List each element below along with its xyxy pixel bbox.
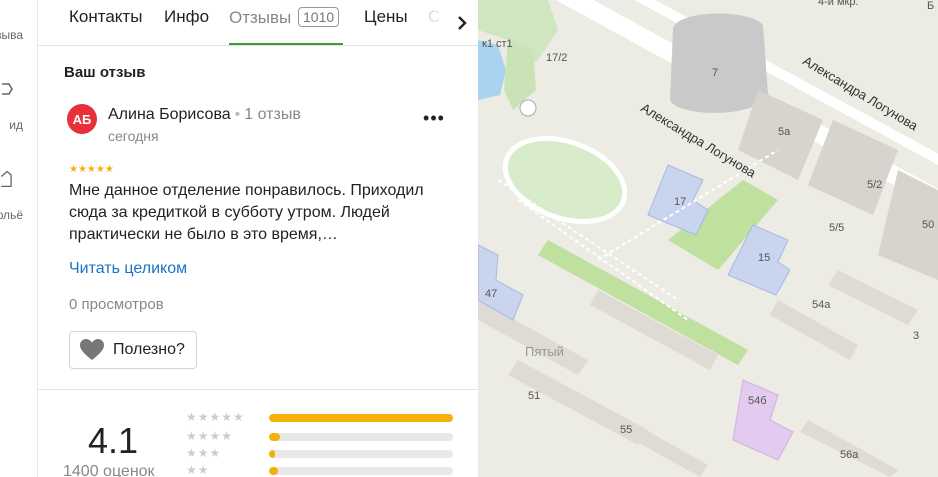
building: [620, 420, 708, 477]
map-label: 55: [620, 424, 633, 436]
distribution-bar-fill: [269, 467, 279, 475]
church-marker[interactable]: [519, 99, 537, 117]
star-outline-icon[interactable]: [0, 80, 14, 98]
review-rating-stars: ★★★★★: [69, 164, 114, 175]
useful-button[interactable]: Полезно?: [69, 331, 197, 369]
left-rail: отзыва ид рльё: [0, 0, 38, 477]
active-tab-indicator: [229, 43, 343, 45]
building: [828, 270, 918, 325]
tab-reviews[interactable]: Отзывы 1010: [229, 7, 340, 28]
map-label: 5/2: [867, 179, 883, 191]
ratings-count: 1400 оценок: [63, 463, 155, 477]
tabs-scroll-right-button[interactable]: [446, 0, 478, 45]
chevron-right-icon: [458, 15, 467, 30]
map-label: 17: [674, 196, 687, 208]
author-review-count: 1 отзыв: [244, 106, 301, 123]
map-label: 17/2: [546, 52, 568, 64]
author-separator: •: [234, 106, 241, 123]
useful-button-label: Полезно?: [113, 341, 185, 358]
review-author: Алина Борисова • 1 отзыв: [108, 106, 301, 124]
distribution-row[interactable]: ★★★★★: [186, 410, 456, 424]
review-text: Мне данное отделение понравилось. Приход…: [69, 182, 424, 243]
map-label: 15: [758, 252, 771, 264]
distribution-bar-fill: [269, 450, 275, 458]
distribution-row[interactable]: ★★★: [186, 446, 456, 460]
heart-icon: [80, 339, 104, 360]
distribution-bar-track: [269, 414, 453, 422]
map-view[interactable]: к1 ст1 17/2 7 5а 5/2 17 15 5/5 47 54а 3 …: [478, 0, 938, 477]
section-title: Ваш отзыв: [64, 64, 146, 81]
distribution-row[interactable]: ★★: [186, 463, 456, 477]
sports-track: [502, 135, 628, 225]
park-area: [504, 40, 536, 110]
tab-reviews-count: 1010: [298, 7, 340, 27]
rail-item-label[interactable]: рльё: [0, 208, 23, 222]
kindergarten-building: [732, 379, 794, 461]
stadium: [670, 13, 768, 113]
map-label: 54а: [812, 299, 831, 311]
distribution-bar-track: [269, 467, 453, 475]
average-score: 4.1: [88, 420, 139, 461]
distribution-stars: ★★: [186, 463, 210, 477]
distribution-row[interactable]: ★★★★: [186, 429, 456, 443]
tab-info[interactable]: Инфо: [164, 7, 209, 27]
rail-item-label[interactable]: ид: [9, 118, 23, 132]
map-label: 47: [485, 288, 498, 300]
distribution-bar-track: [269, 450, 453, 458]
tab-contacts[interactable]: Контакты: [69, 7, 142, 27]
read-more-link[interactable]: Читать целиком: [69, 260, 187, 278]
district-label: Пятый: [525, 344, 564, 359]
tab-bar: Контакты Инфо Отзывы 1010 Цены С: [38, 0, 478, 46]
more-options-button[interactable]: •••: [422, 108, 446, 128]
tab-reviews-label: Отзывы: [229, 8, 292, 27]
map-label: 5а: [778, 126, 791, 138]
more-dots-icon: •••: [423, 107, 445, 128]
map-label: 4-й мкр.: [818, 0, 859, 8]
building: [478, 300, 588, 375]
review-date: сегодня: [108, 128, 159, 144]
house-icon[interactable]: [0, 170, 14, 188]
avatar[interactable]: АБ: [67, 104, 97, 134]
distribution-stars: ★★★★★: [186, 410, 245, 424]
tab-prices[interactable]: Цены: [364, 7, 408, 27]
org-panel: Контакты Инфо Отзывы 1010 Цены С Ваш отз…: [38, 0, 478, 477]
map-label: 50: [922, 219, 935, 231]
divider: [38, 389, 478, 390]
distribution-bar-track: [269, 433, 453, 441]
map-label: 51: [528, 390, 541, 402]
views-count: 0 просмотров: [69, 296, 164, 313]
map-label: 56а: [840, 449, 859, 461]
author-name[interactable]: Алина Борисова: [108, 106, 231, 123]
distribution-stars: ★★★: [186, 446, 222, 460]
rail-item-reviews-label[interactable]: отзыва: [0, 28, 23, 42]
map-label: Б: [927, 0, 935, 12]
map-label: 3: [913, 330, 920, 342]
map-canvas[interactable]: [478, 0, 938, 477]
distribution-stars: ★★★★: [186, 429, 234, 443]
map-label: 54б: [748, 395, 767, 407]
map-label: 5/5: [829, 222, 845, 234]
distribution-bar-fill: [269, 433, 281, 441]
distribution-bar-fill: [269, 414, 453, 422]
map-label: 7: [712, 67, 719, 79]
map-label: к1 ст1: [482, 38, 513, 50]
